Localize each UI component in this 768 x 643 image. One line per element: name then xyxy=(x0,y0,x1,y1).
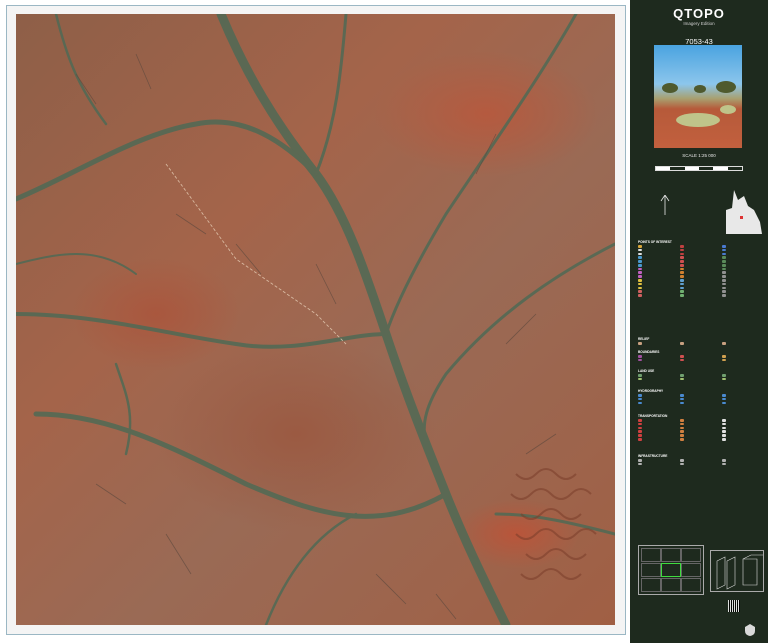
product-title: QTOPO xyxy=(673,6,725,21)
north-arrow-icon xyxy=(660,195,670,215)
satellite-map-image[interactable] xyxy=(16,14,615,625)
dune-field xyxy=(510,468,597,580)
river-branch-east xyxy=(422,242,615,446)
scale-label: SCALE 1:25 000 xyxy=(682,153,716,158)
queensland-crest-icon xyxy=(745,624,755,636)
legend-hydrography xyxy=(638,394,762,404)
legend-relief xyxy=(638,342,762,345)
river-branch-southeast xyxy=(494,512,615,536)
legend-heading-transportation: TRANSPORTATION xyxy=(638,414,668,418)
queensland-locator-map xyxy=(726,190,762,234)
legend-heading-land-use: LAND USE xyxy=(638,369,655,373)
river-branch-northwest xyxy=(16,119,319,202)
river-branch-northeast xyxy=(384,14,578,336)
legend-transportation xyxy=(638,419,762,441)
river-branch-north xyxy=(314,14,348,176)
legend-boundaries xyxy=(638,355,762,361)
adjoining-sheets-index xyxy=(638,545,704,595)
legend-points-of-interest xyxy=(638,245,762,297)
creek-west xyxy=(16,253,137,275)
product-subtitle: Imagery Edition xyxy=(683,21,715,26)
creek-southwest xyxy=(114,362,132,456)
qr-code[interactable] xyxy=(728,600,740,612)
river-branch-southwest xyxy=(33,411,449,519)
disclaimer-text xyxy=(636,474,762,534)
map-layout-diagram xyxy=(710,550,764,592)
track-road xyxy=(165,163,347,345)
creek-northwest xyxy=(54,14,108,126)
cover-photo xyxy=(654,45,742,148)
legend-heading-points: POINTS OF INTEREST xyxy=(638,240,672,244)
legend-heading-hydrography: HYDROGRAPHY xyxy=(638,389,664,393)
map-frame xyxy=(6,5,626,635)
map-sidebar: QTOPO Imagery Edition 7053-43 SCALE 1:25… xyxy=(630,0,768,643)
legend-heading-infrastructure: INFRASTRUCTURE xyxy=(638,454,668,458)
creek-south xyxy=(264,512,358,625)
legend-heading-boundaries: BOUNDARIES xyxy=(638,350,660,354)
map-features xyxy=(16,14,615,625)
legend-infrastructure xyxy=(638,459,762,465)
legend-heading-relief: RELIEF xyxy=(638,337,650,341)
river-branch-west xyxy=(16,312,388,349)
scale-bar xyxy=(655,166,743,171)
legend-land-use xyxy=(638,374,762,380)
river-main xyxy=(216,14,511,625)
